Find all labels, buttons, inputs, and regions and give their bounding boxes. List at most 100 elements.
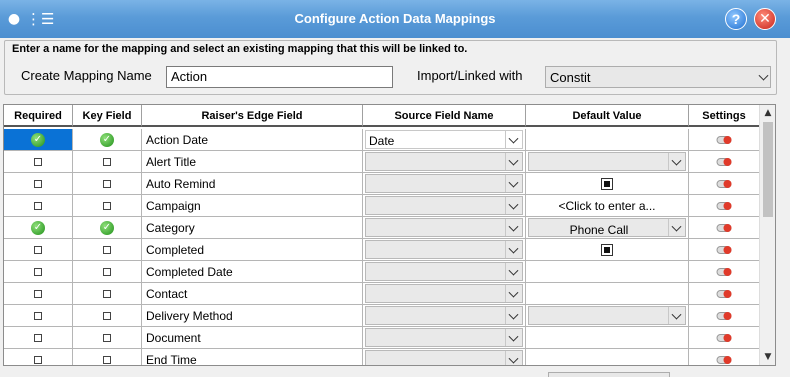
header-key-field[interactable]: Key Field <box>73 105 142 127</box>
source-field-select[interactable] <box>365 218 523 237</box>
table-cell[interactable] <box>73 239 142 261</box>
key-checkbox[interactable] <box>103 245 111 254</box>
key-checkbox[interactable] <box>103 179 111 188</box>
table-cell[interactable] <box>363 173 526 195</box>
green-check-icon[interactable]: ✓ <box>31 132 45 147</box>
settings-toggle-icon[interactable] <box>716 355 732 364</box>
scroll-down-icon[interactable]: ▼ <box>760 349 776 365</box>
table-row[interactable]: Document <box>4 327 760 349</box>
table-cell[interactable]: Phone Call <box>526 217 689 239</box>
settings-toggle-icon[interactable] <box>716 267 732 276</box>
default-checkbox[interactable] <box>601 177 613 190</box>
source-field-select[interactable] <box>365 196 523 215</box>
required-checkbox[interactable] <box>34 179 42 188</box>
table-cell[interactable] <box>526 173 689 195</box>
table-cell[interactable]: <Click to enter a... <box>526 195 689 217</box>
table-cell[interactable] <box>363 283 526 305</box>
table-row[interactable]: Alert Title <box>4 151 760 173</box>
table-cell[interactable] <box>73 151 142 173</box>
table-cell[interactable] <box>689 173 760 195</box>
table-row[interactable]: End Time <box>4 349 760 365</box>
table-cell[interactable] <box>73 261 142 283</box>
key-checkbox[interactable] <box>103 311 111 320</box>
header-default-value[interactable]: Default Value <box>526 105 689 127</box>
required-checkbox[interactable] <box>34 289 42 298</box>
table-cell[interactable] <box>363 239 526 261</box>
table-cell[interactable] <box>73 283 142 305</box>
table-cell[interactable] <box>4 261 73 283</box>
table-row[interactable]: Delivery Method <box>4 305 760 327</box>
required-checkbox[interactable] <box>34 355 42 364</box>
key-checkbox[interactable] <box>103 201 111 210</box>
table-cell[interactable] <box>689 261 760 283</box>
table-cell[interactable] <box>4 283 73 305</box>
required-checkbox[interactable] <box>34 157 42 166</box>
green-check-icon[interactable]: ✓ <box>100 132 114 147</box>
settings-toggle-icon[interactable] <box>716 245 732 254</box>
default-value-select[interactable]: Phone Call <box>528 218 686 237</box>
table-cell[interactable] <box>363 305 526 327</box>
table-cell[interactable] <box>363 349 526 365</box>
table-cell[interactable] <box>4 349 73 365</box>
table-cell[interactable] <box>689 239 760 261</box>
source-field-select[interactable] <box>365 262 523 281</box>
settings-toggle-icon[interactable] <box>716 223 732 232</box>
source-field-select[interactable] <box>365 284 523 303</box>
table-cell[interactable]: Date <box>363 129 526 151</box>
source-field-select[interactable] <box>365 306 523 325</box>
source-field-select[interactable]: Date <box>365 130 523 149</box>
default-checkbox[interactable] <box>601 243 613 256</box>
settings-toggle-icon[interactable] <box>716 311 732 320</box>
table-cell[interactable] <box>73 349 142 365</box>
table-cell[interactable] <box>363 327 526 349</box>
table-row[interactable]: ✓ ✓ Action Date Date <box>4 129 760 151</box>
mapping-name-input[interactable]: Action <box>166 66 393 88</box>
green-check-icon[interactable]: ✓ <box>100 220 114 235</box>
table-cell[interactable] <box>526 239 689 261</box>
table-cell[interactable] <box>363 195 526 217</box>
table-row[interactable]: Completed <box>4 239 760 261</box>
table-cell[interactable] <box>689 327 760 349</box>
vertical-scrollbar[interactable]: ▲ ▼ <box>759 105 775 365</box>
table-cell[interactable] <box>526 327 689 349</box>
table-cell[interactable] <box>526 283 689 305</box>
table-cell[interactable] <box>526 129 689 151</box>
table-cell[interactable] <box>4 173 73 195</box>
table-cell[interactable]: ✓ <box>73 129 142 151</box>
required-checkbox[interactable] <box>34 201 42 210</box>
table-cell[interactable] <box>689 305 760 327</box>
scroll-up-icon[interactable]: ▲ <box>760 105 776 121</box>
table-cell[interactable] <box>73 327 142 349</box>
key-checkbox[interactable] <box>103 333 111 342</box>
table-cell[interactable]: ✓ <box>4 129 73 151</box>
close-icon[interactable]: ✕ <box>754 8 776 30</box>
table-cell[interactable] <box>4 151 73 173</box>
settings-toggle-icon[interactable] <box>716 135 732 144</box>
table-row[interactable]: Contact <box>4 283 760 305</box>
source-field-select[interactable] <box>365 350 523 365</box>
header-re-field[interactable]: Raiser's Edge Field <box>142 105 363 127</box>
table-cell[interactable] <box>363 217 526 239</box>
required-checkbox[interactable] <box>34 245 42 254</box>
settings-toggle-icon[interactable] <box>716 179 732 188</box>
settings-toggle-icon[interactable] <box>716 201 732 210</box>
required-checkbox[interactable] <box>34 267 42 276</box>
default-value-select[interactable] <box>528 152 686 171</box>
source-field-select[interactable] <box>365 240 523 259</box>
default-value-select[interactable] <box>528 306 686 325</box>
header-source-field[interactable]: Source Field Name <box>363 105 526 127</box>
table-cell[interactable]: ✓ <box>73 217 142 239</box>
table-cell[interactable] <box>689 195 760 217</box>
table-cell[interactable] <box>689 217 760 239</box>
table-cell[interactable] <box>73 195 142 217</box>
default-value-text[interactable]: <Click to enter a... <box>526 199 688 213</box>
key-checkbox[interactable] <box>103 157 111 166</box>
table-cell[interactable] <box>4 305 73 327</box>
settings-toggle-icon[interactable] <box>716 157 732 166</box>
table-cell[interactable] <box>4 195 73 217</box>
source-field-select[interactable] <box>365 152 523 171</box>
table-cell[interactable] <box>526 151 689 173</box>
table-cell[interactable] <box>526 305 689 327</box>
key-checkbox[interactable] <box>103 289 111 298</box>
table-cell[interactable] <box>4 239 73 261</box>
